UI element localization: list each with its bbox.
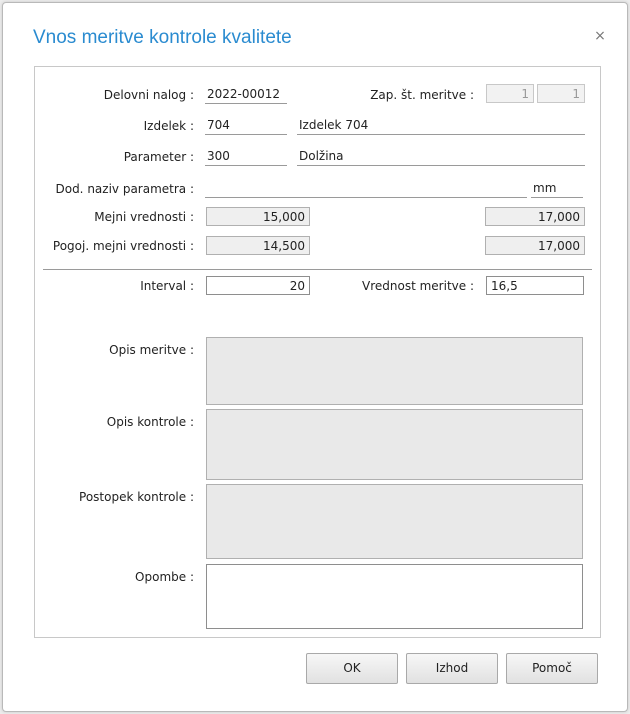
dod-naziv-parametra-label: Dod. naziv parametra : [55, 182, 194, 196]
interval-field[interactable]: 20 [206, 276, 310, 295]
vrednost-meritve-field[interactable]: 16,5 [486, 276, 584, 295]
opis-kontrole-textarea[interactable] [206, 409, 583, 480]
postopek-kontrole-label: Postopek kontrole : [79, 490, 194, 504]
opombe-label: Opombe : [135, 570, 194, 584]
izdelek-name-field: Izdelek 704 [297, 118, 585, 135]
zap-st-meritve-field-1[interactable]: 1 [486, 84, 534, 103]
parameter-label: Parameter : [123, 150, 194, 164]
mejni-min-field[interactable]: 15,000 [206, 207, 310, 226]
zap-st-meritve-field-2[interactable]: 1 [537, 84, 585, 103]
dialog-title: Vnos meritve kontrole kvalitete [33, 27, 292, 48]
zap-st-meritve-label: Zap. št. meritve : [370, 88, 474, 102]
izdelek-label: Izdelek : [143, 119, 194, 133]
parameter-name-field: Dolžina [297, 149, 585, 166]
izhod-button[interactable]: Izhod [406, 653, 498, 684]
dialog-window: Vnos meritve kontrole kvalitete × Delovn… [2, 2, 628, 712]
pogoj-mejni-vrednosti-label: Pogoj. mejni vrednosti : [52, 239, 194, 253]
delovni-nalog-field[interactable]: 2022-00012 [205, 87, 287, 104]
delovni-nalog-label: Delovni nalog : [103, 88, 194, 102]
pogoj-min-field[interactable]: 14,500 [206, 236, 310, 255]
opis-kontrole-label: Opis kontrole : [106, 415, 194, 429]
opombe-textarea[interactable] [206, 564, 583, 629]
opis-meritve-label: Opis meritve : [109, 343, 194, 357]
form-panel: Delovni nalog : 2022-00012 Zap. št. meri… [34, 66, 601, 638]
dod-naziv-parametra-field[interactable] [205, 181, 527, 198]
separator [43, 269, 592, 270]
close-icon[interactable]: × [592, 28, 608, 44]
opis-meritve-textarea[interactable] [206, 337, 583, 405]
interval-label: Interval : [140, 279, 194, 293]
pogoj-max-field[interactable]: 17,000 [485, 236, 585, 255]
izdelek-code-field[interactable]: 704 [205, 118, 287, 135]
parameter-code-field[interactable]: 300 [205, 149, 287, 166]
mejni-max-field[interactable]: 17,000 [485, 207, 585, 226]
unit-field: mm [531, 181, 583, 198]
postopek-kontrole-textarea[interactable] [206, 484, 583, 559]
vrednost-meritve-label: Vrednost meritve : [362, 279, 474, 293]
pomoc-button[interactable]: Pomoč [506, 653, 598, 684]
mejni-vrednosti-label: Mejni vrednosti : [94, 210, 194, 224]
ok-button[interactable]: OK [306, 653, 398, 684]
